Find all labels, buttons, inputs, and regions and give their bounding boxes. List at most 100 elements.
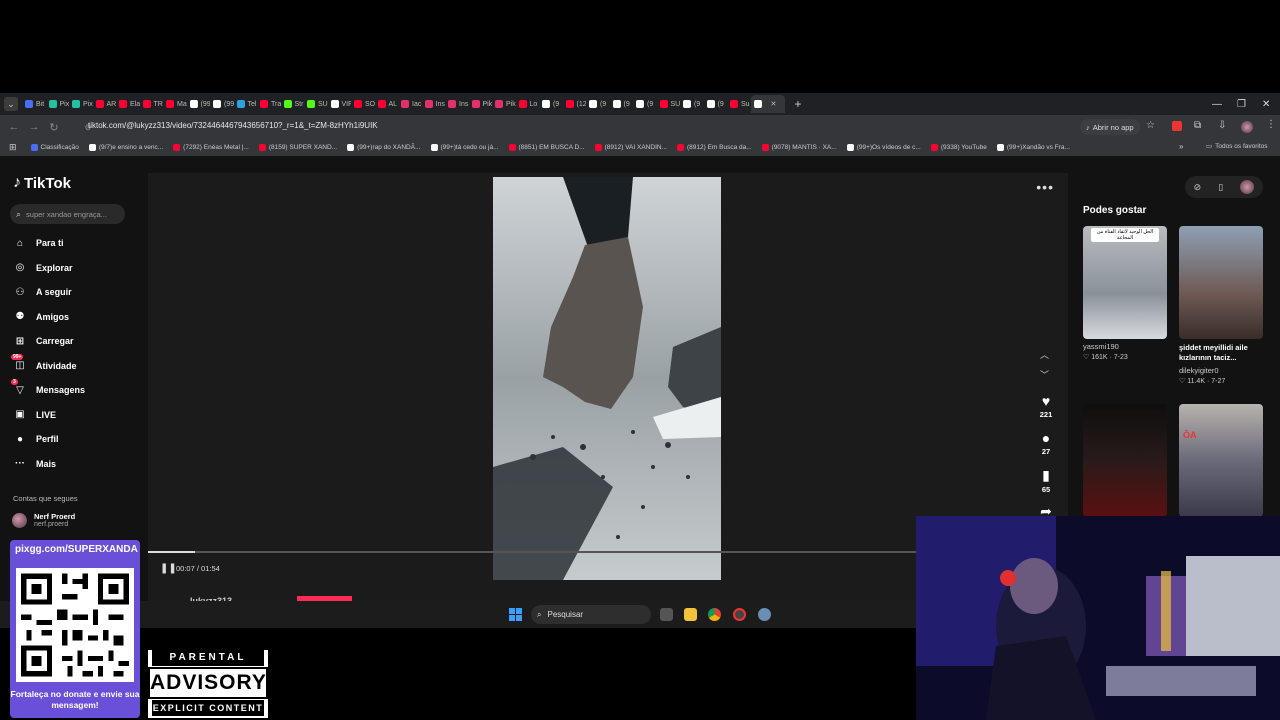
sidebar-item-a-seguir[interactable]: ⚇ A seguir — [13, 284, 72, 300]
browser-tab[interactable]: (9 — [633, 95, 657, 113]
suggested-video-card[interactable]: şiddet meyillidi aile kızlarının taciz..… — [1179, 226, 1263, 385]
sidebar-item-amigos[interactable]: ⚉ Amigos — [13, 309, 70, 325]
browser-tab[interactable]: Tel — [234, 95, 258, 113]
sidebar-item-mais[interactable]: ··· Mais — [13, 456, 56, 472]
apps-grid-icon[interactable]: ⊞ — [9, 142, 17, 153]
browser-tab[interactable]: Ins — [445, 95, 469, 113]
chrome-icon[interactable] — [708, 608, 721, 621]
previous-video-icon[interactable]: ︿ — [1040, 348, 1049, 361]
video-thumbnail[interactable]: الحل الوحيد لاتقاد الفتاة من المجاعة — [1083, 226, 1167, 339]
browser-tab[interactable]: SO — [351, 95, 375, 113]
search-input[interactable]: ⌕ super xandao engraça... — [10, 204, 125, 224]
settings-gear-icon[interactable] — [758, 608, 771, 621]
video-thumbnail[interactable] — [1179, 226, 1263, 339]
browser-tab[interactable]: (9 — [680, 95, 704, 113]
browser-tab[interactable]: (9 — [610, 95, 634, 113]
back-arrow-icon[interactable]: ← — [4, 121, 24, 133]
browser-tab[interactable]: Ma — [163, 95, 187, 113]
browser-tab[interactable]: (12 — [563, 95, 586, 113]
tiktok-logo[interactable]: ♪ TikTok — [13, 174, 71, 192]
browser-tab[interactable]: Str — [281, 95, 305, 113]
browser-tab[interactable]: (9 — [586, 95, 610, 113]
bookmark-item[interactable]: (99+)tá cedo ou já... — [430, 144, 499, 151]
card-username[interactable]: dilekyigiter0 — [1179, 366, 1263, 375]
close-window-icon[interactable]: ✕ — [1262, 93, 1270, 115]
browser-tab[interactable]: Ins — [422, 95, 446, 113]
bookmark-item[interactable]: (9338) YouTube — [930, 144, 987, 151]
browser-tab[interactable]: SU — [304, 95, 328, 113]
video-thumbnail[interactable] — [1083, 404, 1167, 517]
bookmark-item[interactable]: (99+)Os vídeos de c... — [846, 144, 921, 151]
browser-tab[interactable]: (9 — [539, 95, 563, 113]
browser-tab[interactable]: Iac — [398, 95, 422, 113]
sidebar-item-atividade[interactable]: ◫ 99+ Atividade — [11, 354, 77, 374]
browser-menu-icon[interactable]: ⋮ — [1266, 119, 1276, 130]
task-view-icon[interactable] — [660, 608, 673, 621]
extension-red-icon[interactable] — [1172, 121, 1182, 131]
new-tab-plus-icon[interactable]: + — [795, 97, 802, 111]
browser-tab[interactable]: Pik — [469, 95, 492, 113]
profile-avatar[interactable] — [1241, 121, 1253, 133]
tab-search-dropdown-icon[interactable]: ⌄ — [4, 97, 18, 111]
bookmark-item[interactable]: (9/7)e ensino a venc... — [88, 144, 163, 151]
browser-tab[interactable]: AR — [93, 95, 116, 113]
sidebar-item-perfil[interactable]: ● Perfil — [13, 431, 59, 447]
browser-tab[interactable]: Pix — [69, 95, 93, 113]
app-icon[interactable] — [733, 608, 746, 621]
video-frame[interactable] — [493, 177, 721, 580]
save-button[interactable]: ▮ 65 — [1034, 467, 1058, 494]
browser-tab[interactable]: Pix — [46, 95, 69, 113]
browser-tab[interactable]: Tra — [257, 95, 281, 113]
bookmark-item[interactable]: (8912) Em Busca da... — [676, 144, 752, 151]
extensions-puzzle-icon[interactable]: ⧉ — [1194, 120, 1201, 131]
minimize-icon[interactable]: — — [1212, 93, 1222, 115]
sidebar-item-para-ti[interactable]: ⌂ Para ti — [13, 235, 64, 251]
like-button[interactable]: ♥ 221 — [1034, 393, 1058, 419]
bookmark-item[interactable]: (99+)Xandão vs Fra... — [996, 144, 1070, 151]
downloads-icon[interactable]: ⇩ — [1218, 120, 1226, 131]
browser-tab[interactable]: (99 — [210, 95, 234, 113]
bookmark-item[interactable]: (9078) MANTIS · XA... — [761, 144, 837, 151]
browser-tab[interactable]: AL — [375, 95, 399, 113]
browser-tab[interactable]: Su — [727, 95, 751, 113]
video-thumbnail[interactable]: ŌA — [1179, 404, 1263, 517]
sidebar-item-mensagens[interactable]: ▽ 3 Mensagens — [11, 378, 85, 398]
browser-tab[interactable]: Ela — [116, 95, 140, 113]
forward-arrow-icon[interactable]: → — [24, 121, 44, 133]
more-bookmarks-icon[interactable]: » — [1179, 142, 1183, 151]
file-explorer-icon[interactable] — [684, 608, 697, 621]
browser-tab[interactable]: ✕ — [750, 95, 785, 113]
browser-tab[interactable]: Pik — [492, 95, 516, 113]
bookmark-item[interactable]: (8159) SUPER XAND... — [258, 144, 337, 151]
all-favorites-folder[interactable]: ▭ Todos os favoritos — [1206, 142, 1268, 151]
maximize-icon[interactable]: ❐ — [1237, 93, 1246, 115]
close-tab-icon[interactable]: ✕ — [771, 100, 777, 108]
bookmark-star-icon[interactable]: ☆ — [1146, 120, 1155, 131]
suggested-video-card[interactable]: ŌA — [1179, 404, 1263, 517]
bookmark-item[interactable]: Classificação — [30, 144, 79, 151]
pause-icon[interactable]: ❚❚ — [160, 563, 177, 574]
browser-tab[interactable]: Bit — [22, 95, 46, 113]
open-in-app-button[interactable]: ♪ Abrir no app — [1080, 119, 1140, 135]
browser-tab[interactable]: (9 — [704, 95, 728, 113]
bookmark-item[interactable]: (8851) EM BUSCA D... — [508, 144, 585, 151]
url-field[interactable]: tiktok.com/@lukyzz313/video/732446446794… — [88, 121, 378, 130]
comment-button[interactable]: ● 27 — [1034, 430, 1058, 456]
windows-start-icon[interactable] — [509, 608, 522, 621]
more-options-icon[interactable]: ••• — [1036, 179, 1054, 195]
phone-icon[interactable]: ▯ — [1218, 182, 1223, 193]
compass-icon[interactable]: ⊘ — [1194, 182, 1202, 193]
bookmark-item[interactable]: (8912) VAI XANDIN... — [594, 144, 667, 151]
bookmark-item[interactable]: (99+)rap do XANDÃ... — [347, 144, 421, 151]
sidebar-item-explorar[interactable]: ◎ Explorar — [13, 260, 73, 276]
browser-tab[interactable]: VIF — [328, 95, 351, 113]
video-progress-bar[interactable] — [148, 551, 916, 553]
following-account[interactable]: Nerf Proerd nerf.proerd — [12, 512, 75, 528]
browser-tab[interactable]: (99 — [187, 95, 210, 113]
sidebar-item-carregar[interactable]: ⊞ Carregar — [13, 333, 74, 349]
sidebar-item-live[interactable]: ▣ LIVE — [13, 407, 56, 423]
suggested-video-card[interactable]: الحل الوحيد لاتقاد الفتاة من المجاعة yass… — [1083, 226, 1167, 361]
reload-icon[interactable]: ↻ — [44, 121, 64, 134]
next-video-icon[interactable]: ﹀ — [1040, 368, 1049, 381]
taskbar-search[interactable]: ⌕ Pesquisar — [531, 605, 651, 624]
